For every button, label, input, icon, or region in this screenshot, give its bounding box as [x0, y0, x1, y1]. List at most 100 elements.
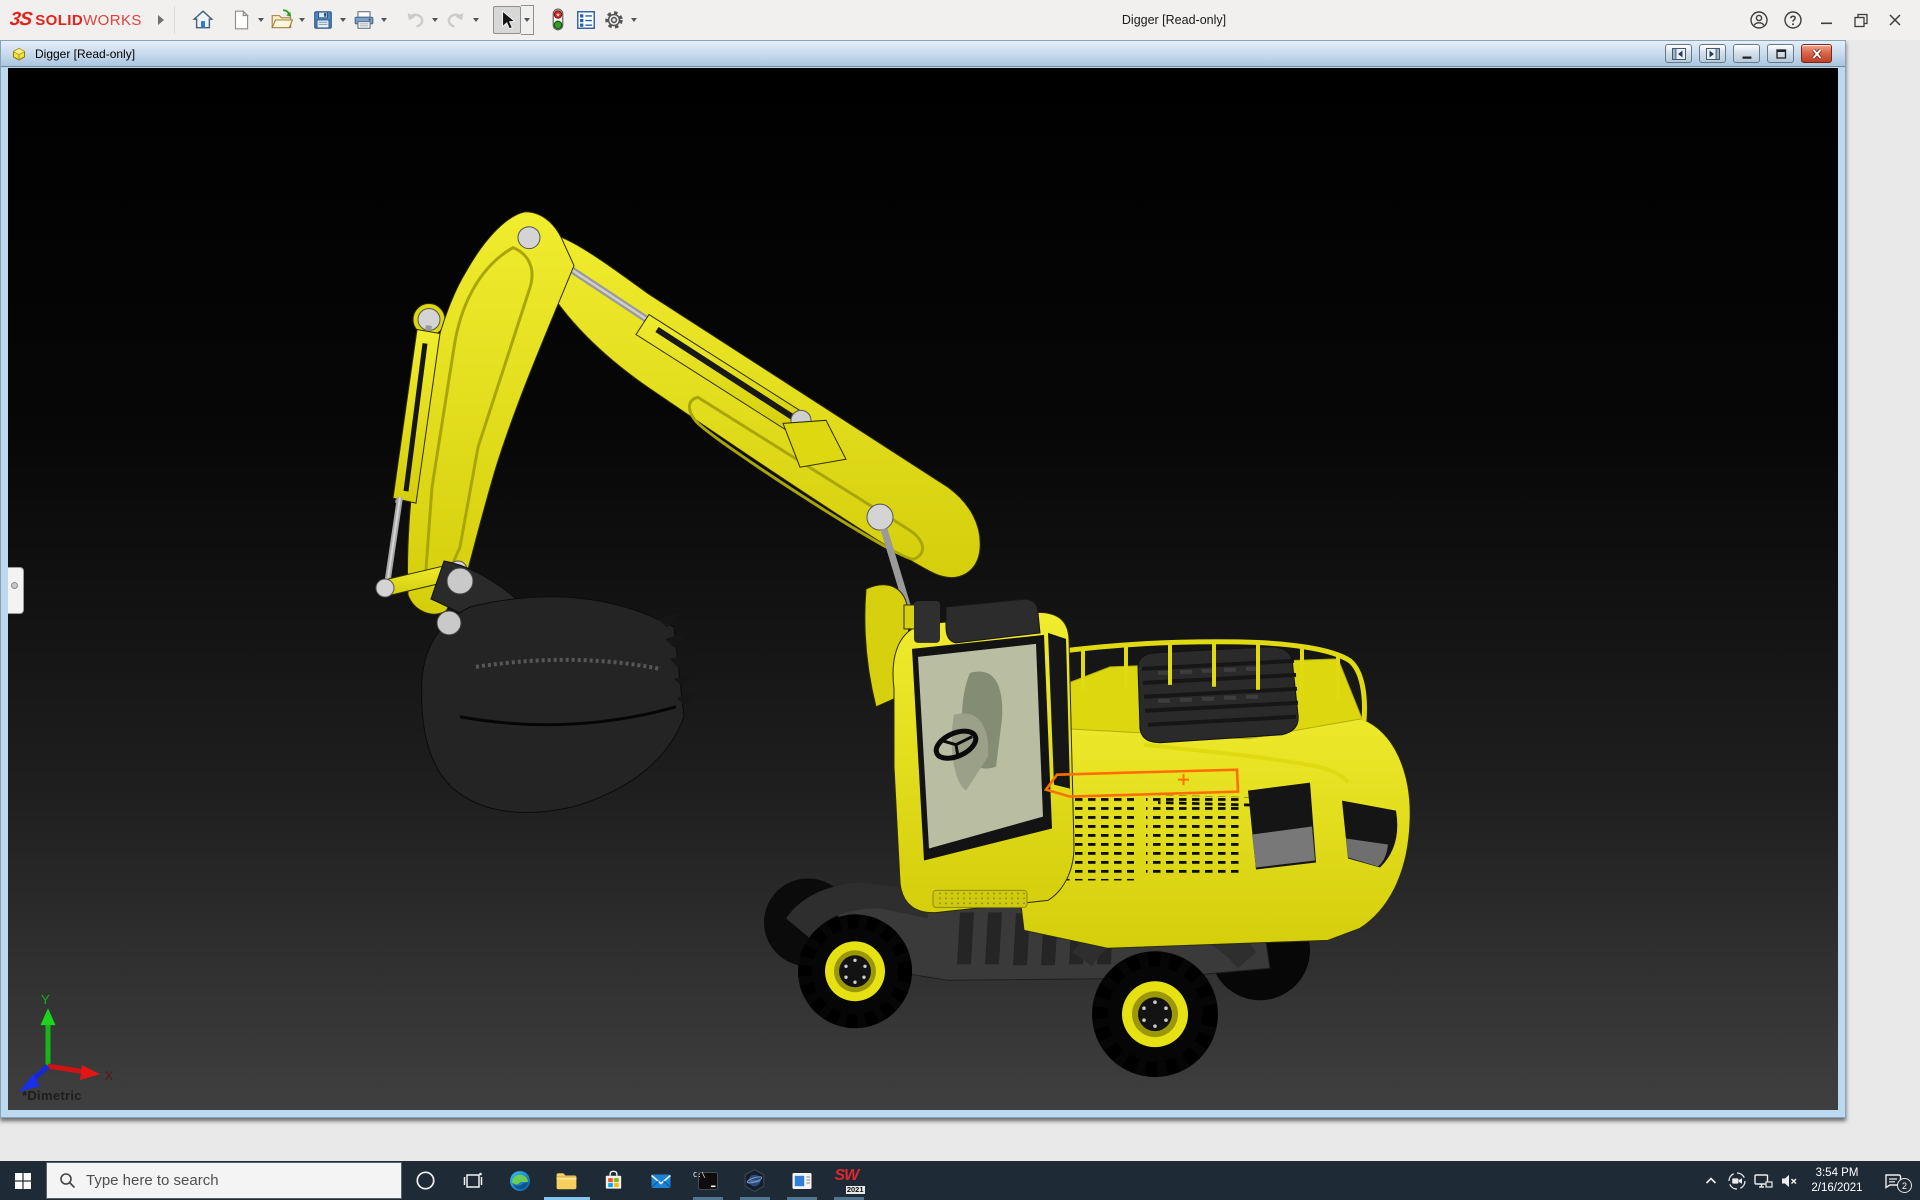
pane-right-icon	[1704, 47, 1722, 61]
clock[interactable]: 3:54 PM 2/16/2021	[1802, 1166, 1872, 1196]
cmd-glyph: C:\	[693, 1171, 706, 1179]
select-button[interactable]	[493, 6, 521, 34]
toolbar-home-group	[189, 6, 217, 34]
toolbar-file-group	[227, 6, 391, 34]
meet-now-icon	[1727, 1171, 1747, 1191]
view-orientation-label: *Dimetric	[22, 1088, 82, 1103]
open-button[interactable]	[268, 6, 296, 34]
file-explorer-button[interactable]	[543, 1161, 590, 1200]
pane-left-button[interactable]	[1665, 44, 1692, 63]
print-icon	[353, 9, 375, 31]
brand-works: WORKS	[83, 12, 142, 29]
triad-x-label: X	[105, 1069, 113, 1083]
solidworks-button[interactable]: SW 2021	[825, 1161, 872, 1200]
rear-wheel	[1092, 951, 1218, 1077]
home-button[interactable]	[189, 6, 217, 34]
close-button[interactable]	[1878, 0, 1912, 40]
redo-button[interactable]	[442, 6, 470, 34]
toolbar-select-group	[493, 5, 534, 35]
new-document-dropdown[interactable]	[255, 6, 268, 34]
doc-close-button[interactable]	[1801, 44, 1832, 63]
start-icon	[14, 1172, 32, 1190]
redo-dropdown[interactable]	[470, 6, 483, 34]
mail-icon	[649, 1169, 673, 1193]
notification-badge: 2	[1897, 1178, 1912, 1193]
undo-button[interactable]	[401, 6, 429, 34]
pane-right-button[interactable]	[1699, 44, 1726, 63]
help-icon	[1783, 10, 1803, 30]
file-explorer-icon	[554, 1168, 579, 1193]
network-icon	[1753, 1171, 1773, 1191]
print-dropdown[interactable]	[378, 6, 391, 34]
app-window-button[interactable]	[778, 1161, 825, 1200]
save-dropdown[interactable]	[337, 6, 350, 34]
sw-glyph: SW	[835, 1167, 859, 1185]
display-options-button[interactable]	[572, 6, 600, 34]
network-button[interactable]	[1750, 1161, 1776, 1200]
rebuild-button[interactable]	[544, 6, 572, 34]
search-input[interactable]	[86, 1172, 376, 1189]
app-window-icon	[790, 1169, 814, 1193]
display-options-icon	[575, 9, 597, 31]
toolbar-flyout-chevron-icon[interactable]	[158, 15, 164, 25]
toolbar-separator	[174, 6, 175, 34]
feature-manager-flyout-tab[interactable]	[8, 567, 24, 614]
3dexperience-icon	[742, 1168, 767, 1193]
select-cursor-icon	[496, 9, 518, 31]
triad-y-label: Y	[41, 992, 50, 1007]
undo-dropdown[interactable]	[429, 6, 442, 34]
account-icon	[1749, 10, 1769, 30]
clock-date: 2/16/2021	[1802, 1181, 1872, 1196]
account-button[interactable]	[1742, 0, 1776, 40]
select-dropdown[interactable]	[521, 5, 534, 35]
part-document-icon	[11, 46, 27, 62]
cortana-button[interactable]	[402, 1161, 449, 1200]
sw-year: 2021	[846, 1186, 865, 1194]
minimize-icon	[1818, 11, 1836, 29]
command-prompt-button[interactable]: C:\	[684, 1161, 731, 1200]
solidworks-2021-icon: SW 2021	[835, 1168, 863, 1194]
taskbar-search[interactable]	[46, 1162, 402, 1199]
front-wheel	[798, 914, 912, 1028]
settings-dropdown[interactable]	[628, 6, 641, 34]
mail-button[interactable]	[637, 1161, 684, 1200]
minimize-icon	[1739, 47, 1755, 61]
chevron-up-icon	[1703, 1173, 1719, 1189]
settings-button[interactable]	[600, 6, 628, 34]
doc-restore-button[interactable]	[1767, 44, 1794, 63]
save-button[interactable]	[309, 6, 337, 34]
help-button[interactable]	[1776, 0, 1810, 40]
document-title: Digger [Read-only]	[35, 47, 135, 61]
viewport-canvas[interactable]: Y X	[8, 68, 1838, 1110]
document-window-controls	[1665, 44, 1832, 63]
document-titlebar[interactable]: Digger [Read-only]	[1, 41, 1845, 67]
print-button[interactable]	[350, 6, 378, 34]
3dexperience-button[interactable]	[731, 1161, 778, 1200]
doc-minimize-button[interactable]	[1733, 44, 1760, 63]
meet-now-button[interactable]	[1724, 1161, 1750, 1200]
action-center-button[interactable]: 2	[1872, 1161, 1914, 1200]
pane-left-icon	[1670, 47, 1688, 61]
task-view-button[interactable]	[449, 1161, 496, 1200]
minimize-button[interactable]	[1810, 0, 1844, 40]
toolbar-undo-group	[401, 6, 483, 34]
open-dropdown[interactable]	[296, 6, 309, 34]
windows-taskbar: C:\ SW 2021 3:54 PM 2/16/2021	[0, 1161, 1920, 1200]
store-button[interactable]	[590, 1161, 637, 1200]
start-button[interactable]	[0, 1161, 46, 1200]
restore-button[interactable]	[1844, 0, 1878, 40]
cortana-icon	[415, 1170, 436, 1191]
tray-chevron-button[interactable]	[1698, 1161, 1724, 1200]
clock-time: 3:54 PM	[1802, 1166, 1872, 1181]
edge-icon	[508, 1169, 532, 1193]
volume-muted-icon	[1779, 1171, 1799, 1191]
edge-button[interactable]	[496, 1161, 543, 1200]
solidworks-logo: 3S SOLID WORKS	[10, 9, 142, 31]
new-document-button[interactable]	[227, 6, 255, 34]
search-icon	[59, 1172, 76, 1189]
home-icon	[192, 9, 214, 31]
rebuild-traffic-light-icon	[548, 8, 568, 32]
graphics-viewport[interactable]: Y X *Dimetric	[8, 68, 1838, 1110]
app-titlebar: 3S SOLID WORKS	[0, 0, 1920, 40]
volume-button[interactable]	[1776, 1161, 1802, 1200]
